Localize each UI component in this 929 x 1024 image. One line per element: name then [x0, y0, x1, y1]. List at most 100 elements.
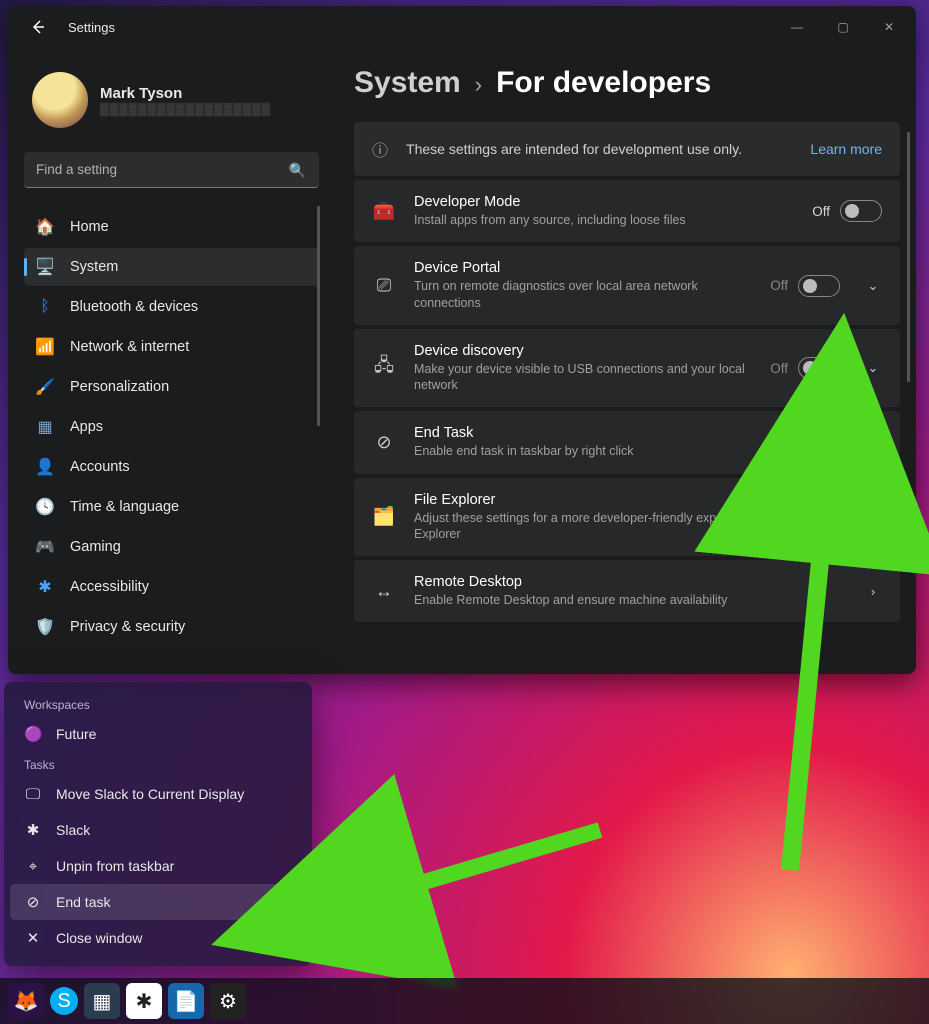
- sidebar-item-label: Accounts: [70, 459, 130, 475]
- future-icon: 🟣: [24, 725, 42, 743]
- context-label: Move Slack to Current Display: [56, 786, 244, 802]
- slack-icon[interactable]: ✱: [126, 983, 162, 1019]
- chevron-right-icon: ›: [475, 72, 482, 98]
- time-language-icon: 🕓: [34, 496, 56, 518]
- setting-row-end-task: ⊘ End Task Enable end task in taskbar by…: [354, 411, 900, 473]
- back-arrow-icon: [30, 19, 46, 35]
- context-item-close-window[interactable]: ✕ Close window: [10, 920, 306, 956]
- sidebar-item-label: Time & language: [70, 499, 179, 515]
- context-label: Unpin from taskbar: [56, 858, 174, 874]
- titlebar: Settings ― ▢ ✕: [8, 6, 916, 48]
- context-item-slack[interactable]: ✱ Slack: [10, 812, 306, 848]
- setting-subtitle: Enable Remote Desktop and ensure machine…: [414, 592, 840, 608]
- setting-title: Remote Desktop: [414, 574, 840, 590]
- toggle-state-label: On: [812, 435, 830, 450]
- device-discovery-icon: 🖧: [372, 353, 396, 383]
- sidebar-item-label: Home: [70, 219, 109, 235]
- sidebar-item-accessibility[interactable]: ✱ Accessibility: [24, 568, 320, 606]
- sidebar-item-label: Personalization: [70, 379, 169, 395]
- setting-title: Device discovery: [414, 343, 752, 359]
- main-panel: System › For developers ⓘ These settings…: [328, 48, 916, 674]
- personalization-icon: 🖌️: [34, 376, 56, 398]
- setting-title: End Task: [414, 425, 794, 441]
- minimize-button[interactable]: ―: [774, 6, 820, 48]
- sidebar-item-system[interactable]: 🖥️ System: [24, 248, 320, 286]
- avatar: [32, 72, 88, 128]
- profile-email: ▒▒▒▒▒▒▒▒▒▒▒▒▒▒▒▒▒▒: [100, 102, 271, 116]
- setting-subtitle: Turn on remote diagnostics over local ar…: [414, 278, 752, 311]
- search-input[interactable]: [24, 152, 319, 188]
- setting-row-device-discovery[interactable]: 🖧 Device discovery Make your device visi…: [354, 329, 900, 408]
- info-icon: ⓘ: [372, 137, 388, 161]
- sidebar-item-network-internet[interactable]: 📶 Network & internet: [24, 328, 320, 366]
- back-button[interactable]: [24, 13, 52, 41]
- close-button[interactable]: ✕: [866, 6, 912, 48]
- toggle-state-label: Off: [812, 204, 830, 219]
- sidebar-item-label: Gaming: [70, 539, 121, 555]
- profile-name: Mark Tyson: [100, 85, 271, 102]
- toggle-switch[interactable]: [840, 431, 882, 453]
- sidebar-item-label: Bluetooth & devices: [70, 299, 198, 315]
- calculator-icon[interactable]: ▦: [84, 983, 120, 1019]
- sidebar-item-label: Accessibility: [70, 579, 149, 595]
- sidebar: Mark Tyson ▒▒▒▒▒▒▒▒▒▒▒▒▒▒▒▒▒▒ 🔍 🏠 Home🖥️…: [8, 48, 328, 674]
- sidebar-item-label: Network & internet: [70, 339, 189, 355]
- scrollbar[interactable]: [907, 132, 910, 382]
- settings-window: Settings ― ▢ ✕ Mark Tyson ▒▒▒▒▒▒▒▒▒▒▒▒▒▒…: [8, 6, 916, 674]
- sidebar-item-bluetooth-devices[interactable]: ᛒ Bluetooth & devices: [24, 288, 320, 326]
- context-item-unpin[interactable]: ⌖ Unpin from taskbar: [10, 848, 306, 884]
- chevron-down-icon: ⌄: [864, 278, 882, 294]
- setting-title: Device Portal: [414, 260, 752, 276]
- device-portal-icon: ⎚: [372, 275, 396, 296]
- sidebar-item-accounts[interactable]: 👤 Accounts: [24, 448, 320, 486]
- bluetooth-icon: ᛒ: [34, 296, 56, 318]
- toggle-switch[interactable]: [798, 275, 840, 297]
- taskbar-context-menu: Workspaces 🟣 Future Tasks 🖵 Move Slack t…: [4, 682, 312, 966]
- sidebar-item-personalization[interactable]: 🖌️ Personalization: [24, 368, 320, 406]
- chevron-right-icon: ›: [864, 584, 882, 599]
- maximize-button[interactable]: ▢: [820, 6, 866, 48]
- end-task-icon: ⊘: [372, 432, 396, 453]
- nav-list[interactable]: 🏠 Home🖥️ Systemᛒ Bluetooth & devices📶 Ne…: [24, 206, 320, 646]
- privacy-icon: 🛡️: [34, 616, 56, 638]
- context-item-end-task[interactable]: ⊘ End task: [10, 884, 306, 920]
- apps-icon: ▦: [34, 416, 56, 438]
- end-task-icon: ⊘: [24, 893, 42, 911]
- sidebar-item-label: System: [70, 259, 118, 275]
- sidebar-item-time-language[interactable]: 🕓 Time & language: [24, 488, 320, 526]
- profile-block[interactable]: Mark Tyson ▒▒▒▒▒▒▒▒▒▒▒▒▒▒▒▒▒▒: [24, 48, 320, 146]
- window-title: Settings: [68, 20, 115, 35]
- search-icon: 🔍: [289, 162, 306, 179]
- accessibility-icon: ✱: [34, 576, 56, 598]
- notepad-icon[interactable]: 📄: [168, 983, 204, 1019]
- toggle-switch[interactable]: [840, 200, 882, 222]
- sidebar-item-label: Privacy & security: [70, 619, 185, 635]
- sidebar-item-home[interactable]: 🏠 Home: [24, 208, 320, 246]
- skype-icon[interactable]: S: [50, 987, 78, 1015]
- system-icon: 🖥️: [34, 256, 56, 278]
- setting-row-device-portal[interactable]: ⎚ Device Portal Turn on remote diagnosti…: [354, 246, 900, 325]
- remote-desktop-icon: ↔: [372, 581, 396, 602]
- sidebar-item-apps[interactable]: ▦ Apps: [24, 408, 320, 446]
- setting-row-file-explorer[interactable]: 🗂️ File Explorer Adjust these settings f…: [354, 478, 900, 557]
- info-bar: ⓘ These settings are intended for develo…: [354, 122, 900, 176]
- setting-subtitle: Install apps from any source, including …: [414, 212, 794, 228]
- context-group-workspaces: Workspaces: [10, 692, 306, 716]
- context-item-future[interactable]: 🟣 Future: [10, 716, 306, 752]
- setting-row-developer-mode: 🧰 Developer Mode Install apps from any s…: [354, 180, 900, 242]
- firefox-icon[interactable]: 🦊: [8, 983, 44, 1019]
- breadcrumb-level2: For developers: [496, 66, 711, 100]
- taskbar: 🦊S▦✱📄⚙: [0, 978, 929, 1024]
- breadcrumb: System › For developers: [354, 66, 896, 100]
- sidebar-item-gaming[interactable]: 🎮 Gaming: [24, 528, 320, 566]
- settings-icon[interactable]: ⚙: [210, 983, 246, 1019]
- accounts-icon: 👤: [34, 456, 56, 478]
- learn-more-link[interactable]: Learn more: [810, 141, 882, 157]
- toggle-switch[interactable]: [798, 357, 840, 379]
- setting-row-remote-desktop[interactable]: ↔ Remote Desktop Enable Remote Desktop a…: [354, 560, 900, 622]
- breadcrumb-level1[interactable]: System: [354, 66, 461, 100]
- context-label: Close window: [56, 930, 142, 946]
- toggle-state-label: Off: [770, 278, 788, 293]
- sidebar-item-privacy-security[interactable]: 🛡️ Privacy & security: [24, 608, 320, 646]
- context-item-move-display[interactable]: 🖵 Move Slack to Current Display: [10, 776, 306, 812]
